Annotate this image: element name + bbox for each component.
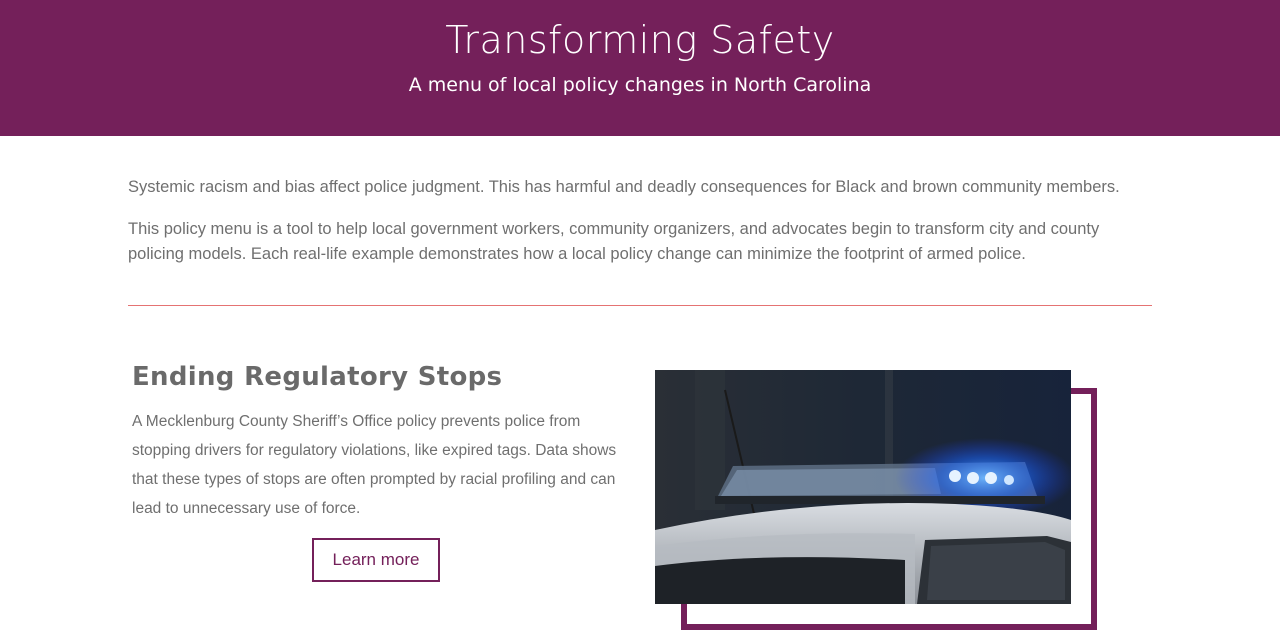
intro-paragraph-2: This policy menu is a tool to help local… [128, 220, 1100, 263]
intro-paragraph-1: Systemic racism and bias affect police j… [128, 178, 1120, 196]
learn-more-button[interactable]: Learn more [312, 538, 440, 582]
header-banner: Transforming Safety A menu of local poli… [0, 0, 1280, 136]
page-title: Transforming Safety [445, 18, 835, 62]
section-divider [128, 305, 1152, 306]
page-subtitle: A menu of local policy changes in North … [408, 74, 872, 96]
police-car-illustration [655, 370, 1071, 604]
intro-section: Systemic racism and bias affect police j… [128, 175, 1128, 284]
feature-title: Ending Regulatory Stops [132, 362, 503, 392]
police-car-photo [655, 370, 1071, 604]
feature-description: A Mecklenburg County Sheriff’s Office po… [132, 413, 617, 517]
